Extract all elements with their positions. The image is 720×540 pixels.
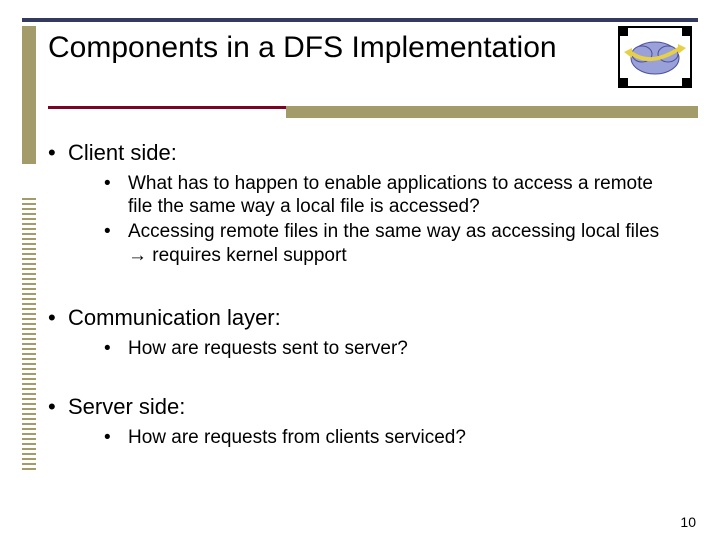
side-decoration	[22, 26, 36, 470]
slide-title: Components in a DFS Implementation	[48, 30, 568, 65]
sub-bullet-group: What has to happen to enable application…	[46, 172, 680, 267]
corner-logo	[618, 26, 692, 88]
content-area: Client side: What has to happen to enable…	[46, 130, 680, 500]
sub-bullet: How are requests from clients serviced?	[102, 426, 670, 449]
section-heading: Communication layer:	[46, 305, 680, 331]
sub-bullet: What has to happen to enable application…	[102, 172, 670, 218]
page-number: 10	[680, 514, 696, 530]
cloud-icon	[620, 28, 690, 86]
section-heading: Server side:	[46, 394, 680, 420]
title-band	[286, 106, 698, 118]
sub-bullet: Accessing remote files in the same way a…	[102, 220, 670, 266]
title-block: Components in a DFS Implementation	[48, 30, 568, 65]
section-heading: Client side:	[46, 140, 680, 166]
top-accent-bar	[22, 18, 698, 22]
sub-bullet-group: How are requests from clients serviced?	[46, 426, 680, 449]
sub-bullet: How are requests sent to server?	[102, 337, 670, 360]
title-underline	[48, 106, 288, 109]
sub-bullet-group: How are requests sent to server?	[46, 337, 680, 360]
